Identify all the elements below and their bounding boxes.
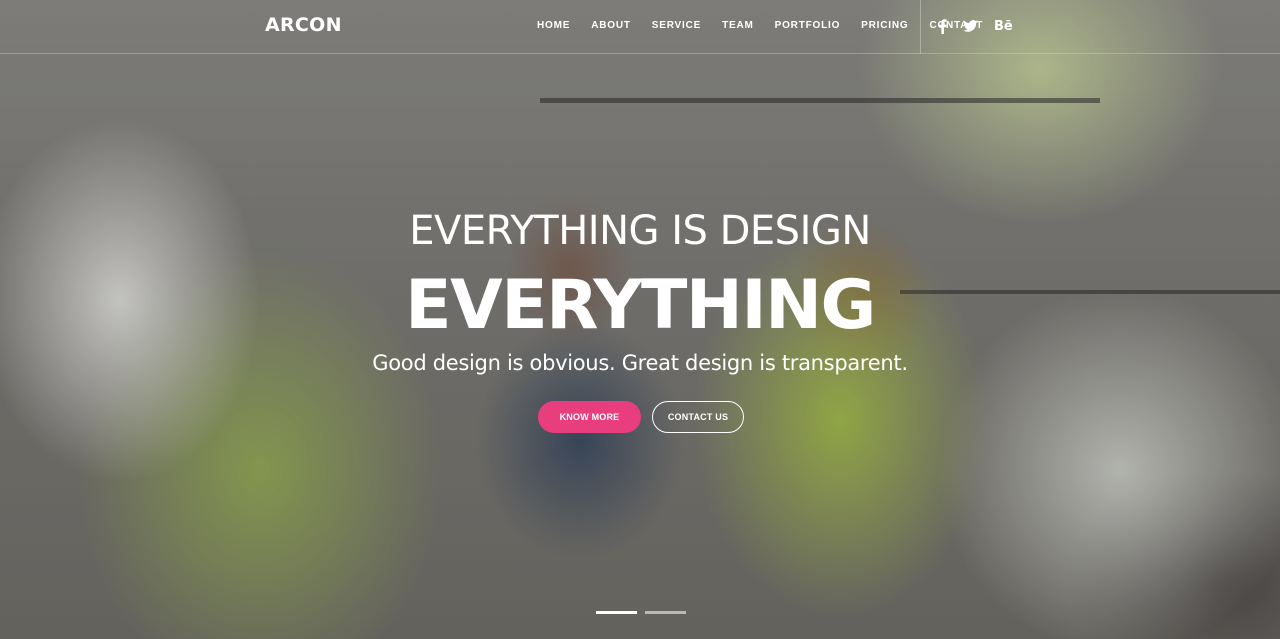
nav-item-pricing[interactable]: PRICING bbox=[861, 20, 908, 31]
hero-headline: EVERYTHING bbox=[405, 266, 876, 345]
nav-item-team[interactable]: TEAM bbox=[722, 20, 754, 31]
slider-pagination bbox=[596, 611, 686, 614]
nav-item-about[interactable]: ABOUT bbox=[591, 20, 631, 31]
brand-logo[interactable]: ARCON bbox=[265, 14, 342, 36]
nav-item-portfolio[interactable]: PORTFOLIO bbox=[775, 20, 841, 31]
slide-dot-1[interactable] bbox=[596, 611, 637, 614]
hero-section: ARCON HOME ABOUT SERVICE TEAM PORTFOLIO … bbox=[0, 0, 1280, 639]
know-more-button[interactable]: KNOW MORE bbox=[538, 401, 641, 433]
nav-item-service[interactable]: SERVICE bbox=[652, 20, 701, 31]
twitter-icon[interactable] bbox=[963, 18, 978, 34]
behance-icon[interactable]: Bē bbox=[994, 18, 1013, 34]
hero-content: EVERYTHING IS DESIGN EVERYTHING Good des… bbox=[0, 0, 1280, 639]
main-menu: HOME ABOUT SERVICE TEAM PORTFOLIO PRICIN… bbox=[537, 20, 1004, 31]
nav-item-home[interactable]: HOME bbox=[537, 20, 570, 31]
contact-us-button[interactable]: CONTACT US bbox=[652, 401, 744, 433]
hero-tagline: Good design is obvious. Great design is … bbox=[372, 351, 908, 375]
slide-dot-2[interactable] bbox=[645, 611, 686, 614]
top-navbar: ARCON HOME ABOUT SERVICE TEAM PORTFOLIO … bbox=[0, 0, 1280, 54]
facebook-icon[interactable] bbox=[938, 18, 947, 34]
social-links: Bē bbox=[938, 18, 1013, 34]
hero-eyebrow: EVERYTHING IS DESIGN bbox=[409, 208, 871, 254]
nav-divider bbox=[920, 0, 921, 54]
